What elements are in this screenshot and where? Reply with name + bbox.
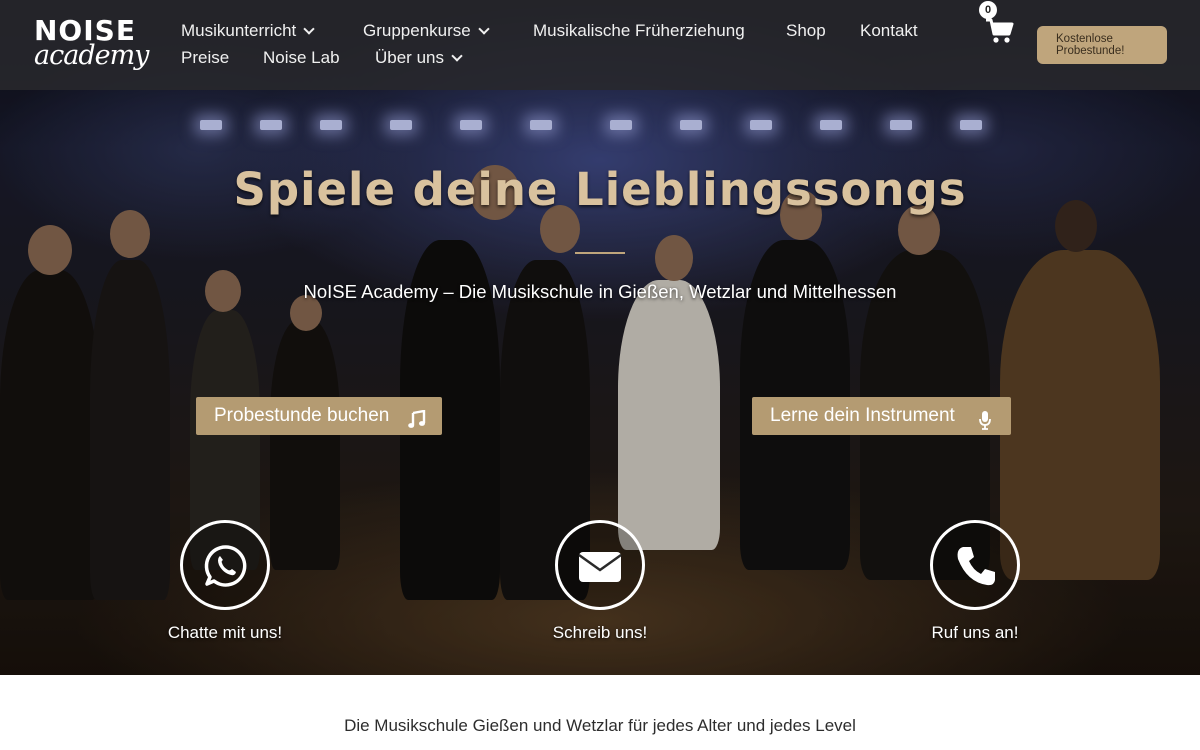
- nav-musikunterricht[interactable]: Musikunterricht: [181, 21, 315, 41]
- email-button[interactable]: [555, 520, 645, 610]
- hero-subline: NoISE Academy – Die Musikschule in Gieße…: [303, 281, 897, 302]
- whatsapp-icon: [204, 545, 247, 587]
- free-trial-lesson-button[interactable]: Kostenlose Probestunde!: [1037, 26, 1167, 64]
- chevron-down-icon: [478, 23, 490, 35]
- cta-line2: Probestunde!: [1056, 45, 1125, 57]
- whatsapp-chat-label[interactable]: Chatte mit uns!: [125, 623, 325, 643]
- cta-line1: Kostenlose: [1056, 33, 1113, 45]
- chevron-down-icon: [303, 23, 315, 35]
- nav-label: Shop: [786, 21, 826, 40]
- nav-label: Musikalische Früherziehung: [533, 21, 745, 40]
- nav-label: Über uns: [375, 48, 444, 67]
- phone-icon: [957, 547, 995, 586]
- phone-call-button[interactable]: [930, 520, 1020, 610]
- book-trial-lesson-button[interactable]: Probestunde buchen: [196, 397, 442, 435]
- nav-preise[interactable]: Preise: [181, 48, 229, 68]
- nav-label: Preise: [181, 48, 230, 67]
- logo-wordmark-bottom: academy: [34, 40, 149, 71]
- nav-label: Gruppenkurse: [363, 21, 471, 40]
- cart-count-badge: 0: [979, 1, 997, 19]
- microphone-icon: [978, 406, 996, 430]
- shopping-cart-icon[interactable]: [984, 16, 1014, 46]
- headline-divider: [575, 252, 625, 254]
- nav-label: Musikunterricht: [181, 21, 297, 40]
- nav-noise-lab[interactable]: Noise Lab: [263, 48, 340, 68]
- envelope-icon: [578, 552, 622, 582]
- hero-headline: Spiele deine Lieblingssongs: [233, 163, 967, 216]
- nav-label: Noise Lab: [263, 48, 340, 67]
- nav-label: Kontakt: [860, 21, 918, 40]
- button-label: Probestunde buchen: [214, 405, 390, 426]
- nav-gruppenkurse[interactable]: Gruppenkurse: [363, 21, 490, 41]
- email-label[interactable]: Schreib uns!: [500, 623, 700, 643]
- phone-call-label[interactable]: Ruf uns an!: [875, 623, 1075, 643]
- learn-instrument-button[interactable]: Lerne dein Instrument: [752, 397, 1011, 435]
- whatsapp-chat-button[interactable]: [180, 520, 270, 610]
- nav-kontakt[interactable]: Kontakt: [860, 21, 918, 41]
- chevron-down-icon: [451, 50, 463, 62]
- site-header: NOISE academy Musikunterricht Gruppenkur…: [0, 0, 1200, 90]
- nav-ueber-uns[interactable]: Über uns: [375, 48, 463, 68]
- button-label: Lerne dein Instrument: [770, 405, 955, 426]
- noise-academy-logo[interactable]: NOISE academy: [34, 14, 149, 76]
- music-note-icon: [408, 406, 426, 428]
- nav-shop[interactable]: Shop: [786, 21, 826, 41]
- nav-musikalische-frueherziehung[interactable]: Musikalische Früherziehung: [533, 21, 745, 41]
- section-intro-text: Die Musikschule Gießen und Wetzlar für j…: [344, 716, 856, 735]
